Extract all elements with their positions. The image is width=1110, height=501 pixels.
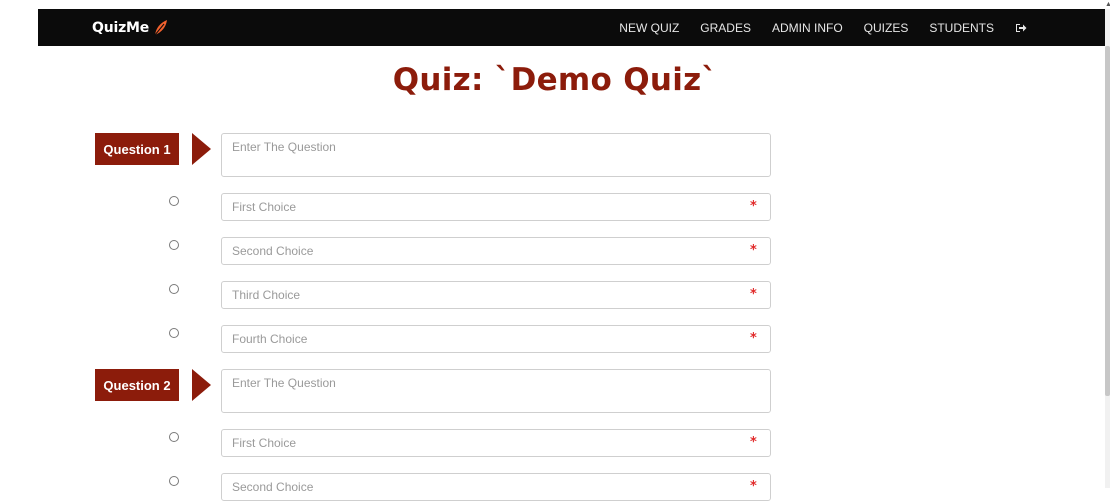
top-strip bbox=[0, 0, 1110, 9]
arrow-right-icon bbox=[192, 133, 211, 165]
arrow-right-icon bbox=[192, 369, 211, 401]
q2-choice-1-input[interactable] bbox=[221, 429, 771, 457]
q1-choice-1-radio[interactable] bbox=[169, 196, 179, 206]
navbar: QuizMe NEW QUIZ GRADES ADMIN INFO QUIZES… bbox=[38, 9, 1105, 46]
q1-choice-1-input[interactable] bbox=[221, 193, 771, 221]
main-nav: NEW QUIZ GRADES ADMIN INFO QUIZES STUDEN… bbox=[619, 9, 1105, 46]
scroll-up-icon[interactable]: ▲ bbox=[1105, 0, 1110, 9]
required-mark: * bbox=[750, 435, 757, 450]
question-2-label: Question 2 bbox=[95, 369, 179, 401]
leaf-icon bbox=[154, 20, 168, 36]
nav-admin-info[interactable]: ADMIN INFO bbox=[772, 21, 843, 35]
q1-choice-3-radio[interactable] bbox=[169, 284, 179, 294]
question-2-input[interactable] bbox=[221, 369, 771, 413]
required-mark: * bbox=[750, 287, 757, 302]
nav-grades[interactable]: GRADES bbox=[700, 21, 751, 35]
nav-quizes[interactable]: QUIZES bbox=[864, 21, 909, 35]
sign-out-icon bbox=[1016, 23, 1027, 32]
question-1-input[interactable] bbox=[221, 133, 771, 177]
q1-choice-4-input[interactable] bbox=[221, 325, 771, 353]
q1-choice-4-radio[interactable] bbox=[169, 328, 179, 338]
question-1-label: Question 1 bbox=[95, 133, 179, 165]
required-mark: * bbox=[750, 479, 757, 494]
nav-new-quiz[interactable]: NEW QUIZ bbox=[619, 21, 679, 35]
nav-students[interactable]: STUDENTS bbox=[929, 21, 994, 35]
q1-choice-3-input[interactable] bbox=[221, 281, 771, 309]
q1-choice-2-radio[interactable] bbox=[169, 240, 179, 250]
q2-choice-1-radio[interactable] bbox=[169, 432, 179, 442]
required-mark: * bbox=[750, 199, 757, 214]
required-mark: * bbox=[750, 331, 757, 346]
scrollbar-thumb[interactable] bbox=[1105, 46, 1110, 396]
logout-button[interactable] bbox=[1015, 23, 1027, 33]
required-mark: * bbox=[750, 243, 757, 258]
q1-choice-2-input[interactable] bbox=[221, 237, 771, 265]
page-title: Quiz: `Demo Quiz` bbox=[392, 62, 718, 98]
brand-logo[interactable]: QuizMe bbox=[92, 18, 168, 37]
q2-choice-2-input[interactable] bbox=[221, 473, 771, 501]
brand-name: QuizMe bbox=[92, 19, 150, 36]
q2-choice-2-radio[interactable] bbox=[169, 476, 179, 486]
